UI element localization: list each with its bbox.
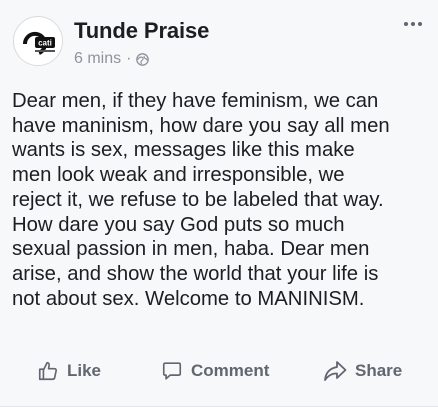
comment-label: Comment: [191, 361, 270, 380]
share-label: Share: [355, 361, 403, 380]
post-text: Dear men, if they have feminism, we can …: [12, 90, 390, 310]
like-label: Like: [67, 361, 102, 380]
share-arrow-icon: [324, 361, 347, 381]
author-name[interactable]: Tunde Praise: [74, 18, 209, 44]
meta-separator: ·: [126, 50, 132, 67]
post-meta: 6 mins ·: [74, 50, 150, 68]
ellipsis-dot: [404, 22, 408, 26]
like-button[interactable]: Like: [37, 360, 101, 382]
avatar-logo-text: cati: [38, 39, 52, 48]
share-button[interactable]: Share: [323, 360, 402, 382]
post-time[interactable]: 6 mins: [74, 50, 121, 68]
feed-post: cati Tunde Praise 6 mins · Dear men, if …: [0, 0, 438, 407]
comment-button[interactable]: Comment: [161, 360, 269, 382]
ellipsis-dot: [418, 22, 422, 26]
post-actions: Like Comment Share: [0, 350, 438, 394]
thumbs-up-icon: [38, 361, 57, 381]
author-avatar[interactable]: cati: [13, 16, 63, 66]
more-options-button[interactable]: [400, 14, 426, 34]
brand-logo-icon: cati: [14, 17, 62, 65]
post-header: cati Tunde Praise 6 mins ·: [0, 0, 438, 80]
ellipsis-dot: [411, 22, 415, 26]
globe-icon[interactable]: [136, 52, 150, 66]
speech-bubble-icon: [162, 362, 182, 380]
